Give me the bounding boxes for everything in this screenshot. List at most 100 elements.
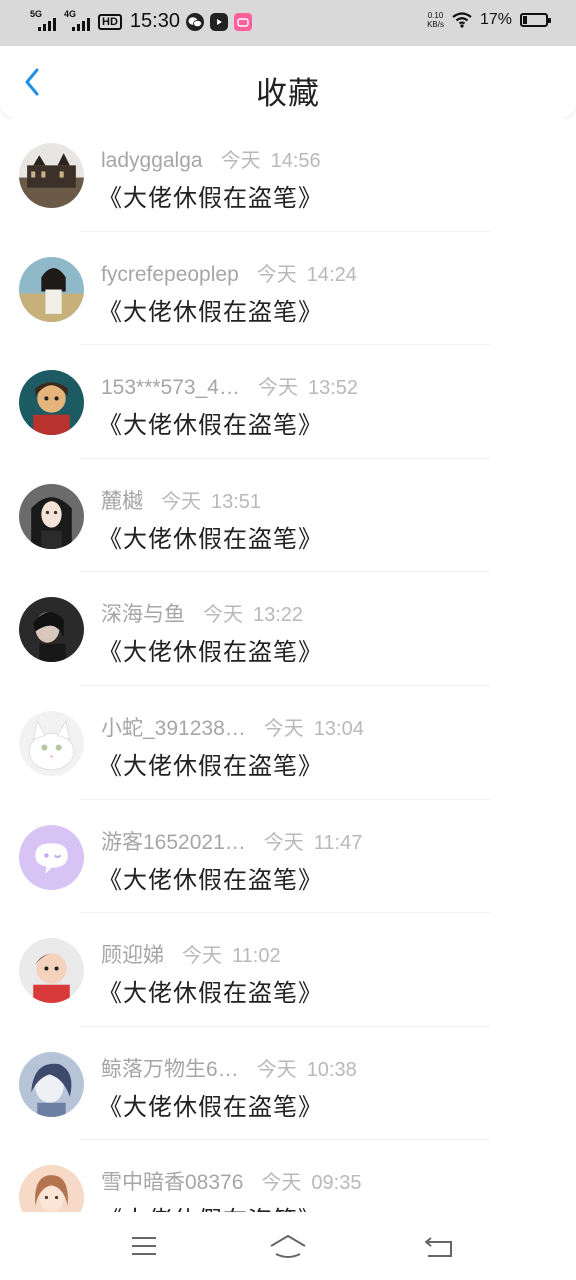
- avatar[interactable]: [19, 824, 84, 890]
- home-button[interactable]: [268, 1230, 308, 1262]
- username: 小蛇_391238…: [101, 716, 246, 740]
- avatar[interactable]: [19, 1051, 84, 1117]
- list-item[interactable]: 鲸落万物生6… 今天 10:38 《大佬休假在盗笔》: [0, 1027, 576, 1141]
- timestamp-time: 14:24: [306, 263, 357, 286]
- home-icon: [270, 1235, 306, 1258]
- list-item[interactable]: 小蛇_391238… 今天 13:04 《大佬休假在盗笔》: [0, 686, 576, 800]
- avatar[interactable]: [19, 938, 84, 1004]
- battery-percent: 17%: [479, 11, 512, 28]
- timestamp: 今天 13:51: [161, 485, 261, 514]
- item-meta: fycrefepeoplep 今天 14:24: [101, 258, 357, 287]
- list-item[interactable]: fycrefepeoplep 今天 14:24 《大佬休假在盗笔》: [0, 232, 576, 346]
- item-meta: 麓樾 今天 13:51: [101, 485, 261, 515]
- book-title[interactable]: 《大佬休假在盗笔》: [98, 1200, 323, 1212]
- timestamp-time: 09:35: [311, 1172, 362, 1195]
- page-title: 收藏: [256, 76, 320, 112]
- timestamp: 今天 11:02: [182, 939, 281, 968]
- item-meta: ladyggalga 今天 14:56: [101, 144, 321, 173]
- timestamp: 今天 13:04: [264, 712, 364, 741]
- avatar[interactable]: [19, 710, 84, 776]
- username: 雪中暗香08376: [101, 1171, 244, 1195]
- avatar[interactable]: [19, 597, 84, 663]
- book-title[interactable]: 《大佬休假在盗笔》: [98, 1087, 323, 1122]
- book-title[interactable]: 《大佬休假在盗笔》: [98, 292, 323, 327]
- timestamp-day: 今天: [220, 150, 261, 172]
- item-meta: 游客1652021… 今天 11:47: [101, 826, 362, 856]
- list-item[interactable]: 深海与鱼 今天 13:22 《大佬休假在盗笔》: [0, 572, 576, 686]
- list-item[interactable]: 麓樾 今天 13:51 《大佬休假在盗笔》: [0, 459, 576, 573]
- hd-voice-icon: HD: [98, 13, 122, 30]
- app-header: 收藏: [0, 46, 576, 119]
- status-right: 0.10 KB/s 17%: [427, 11, 551, 29]
- list-item[interactable]: ladyggalga 今天 14:56 《大佬休假在盗笔》: [0, 118, 576, 232]
- favorites-list[interactable]: ladyggalga 今天 14:56 《大佬休假在盗笔》 fycrefepeoplep…: [0, 118, 576, 1212]
- battery-icon: [520, 13, 551, 27]
- clock: 15:30: [129, 10, 180, 32]
- timestamp-time: 14:56: [270, 150, 321, 172]
- book-title[interactable]: 《大佬休假在盗笔》: [98, 178, 323, 213]
- net-speed-value: 0.10: [427, 11, 444, 20]
- status-bar: 5G 4G HD 15:30 0.10 KB/s 17%: [0, 0, 576, 46]
- item-meta: 深海与鱼 今天 13:22: [101, 598, 303, 628]
- list-item[interactable]: 153***573_4… 今天 13:52 《大佬休假在盗笔》: [0, 345, 576, 459]
- username: ladyggalga: [101, 149, 203, 172]
- avatar[interactable]: [19, 256, 84, 322]
- video-app-icon: [209, 12, 228, 31]
- timestamp: 今天 11:47: [264, 826, 363, 855]
- timestamp-day: 今天: [257, 377, 298, 400]
- book-title[interactable]: 《大佬休假在盗笔》: [98, 632, 323, 667]
- timestamp-time: 13:51: [211, 490, 262, 513]
- timestamp-time: 13:52: [307, 377, 359, 400]
- item-meta: 顾迎娣 今天 11:02: [101, 939, 281, 969]
- timestamp-day: 今天: [161, 490, 201, 513]
- net-speed: 0.10 KB/s: [427, 11, 444, 29]
- avatar[interactable]: [19, 370, 84, 436]
- timestamp-time: 11:47: [313, 831, 363, 854]
- avatar[interactable]: [19, 483, 84, 549]
- username: 鲸落万物生6…: [101, 1057, 239, 1081]
- timestamp-time: 13:22: [253, 604, 304, 627]
- username: 153***573_4…: [101, 376, 240, 400]
- list-item[interactable]: 顾迎娣 今天 11:02 《大佬休假在盗笔》: [0, 913, 576, 1027]
- net-speed-unit: KB/s: [427, 20, 444, 29]
- system-nav-bar: [0, 1212, 576, 1280]
- book-title[interactable]: 《大佬休假在盗笔》: [98, 405, 323, 440]
- timestamp: 今天 14:56: [221, 144, 321, 173]
- item-meta: 鲸落万物生6… 今天 10:38: [101, 1053, 357, 1083]
- return-icon: [425, 1237, 452, 1257]
- wechat-icon: [185, 12, 204, 31]
- item-meta: 153***573_4… 今天 13:52: [101, 371, 358, 400]
- timestamp-time: 10:38: [306, 1058, 357, 1081]
- username: 游客1652021…: [101, 830, 246, 854]
- book-title[interactable]: 《大佬休假在盗笔》: [98, 519, 323, 554]
- avatar[interactable]: [19, 143, 84, 208]
- book-title[interactable]: 《大佬休假在盗笔》: [98, 860, 323, 895]
- timestamp-day: 今天: [263, 831, 304, 854]
- timestamp: 今天 13:22: [203, 598, 303, 627]
- bilibili-icon: [233, 12, 252, 31]
- wifi-icon: [452, 12, 472, 28]
- timestamp: 今天 13:52: [258, 371, 358, 400]
- list-item[interactable]: 雪中暗香08376 今天 09:35 《大佬休假在盗笔》: [0, 1140, 576, 1212]
- timestamp: 今天 09:35: [261, 1166, 361, 1195]
- list-item[interactable]: 游客1652021… 今天 11:47 《大佬休假在盗笔》: [0, 800, 576, 914]
- timestamp-time: 13:04: [313, 717, 364, 740]
- timestamp-day: 今天: [203, 604, 243, 627]
- timestamp-day: 今天: [263, 717, 304, 740]
- status-left: 5G 4G HD 15:30: [30, 9, 252, 33]
- username: 深海与鱼: [101, 603, 185, 627]
- book-title[interactable]: 《大佬休假在盗笔》: [98, 746, 323, 781]
- book-title[interactable]: 《大佬休假在盗笔》: [98, 973, 323, 1008]
- item-meta: 雪中暗香08376 今天 09:35: [101, 1166, 361, 1196]
- menu-icon: [132, 1237, 156, 1255]
- timestamp-day: 今天: [182, 945, 222, 968]
- avatar[interactable]: [19, 1165, 84, 1212]
- menu-button[interactable]: [128, 1230, 164, 1262]
- timestamp-time: 11:02: [232, 945, 281, 968]
- signal-5g-icon: 5G: [30, 9, 58, 33]
- signal-4g-icon: 4G: [64, 9, 92, 33]
- username: 顾迎娣: [101, 944, 164, 968]
- username: 麓樾: [101, 489, 143, 513]
- timestamp-day: 今天: [261, 1172, 302, 1195]
- return-button[interactable]: [422, 1230, 458, 1262]
